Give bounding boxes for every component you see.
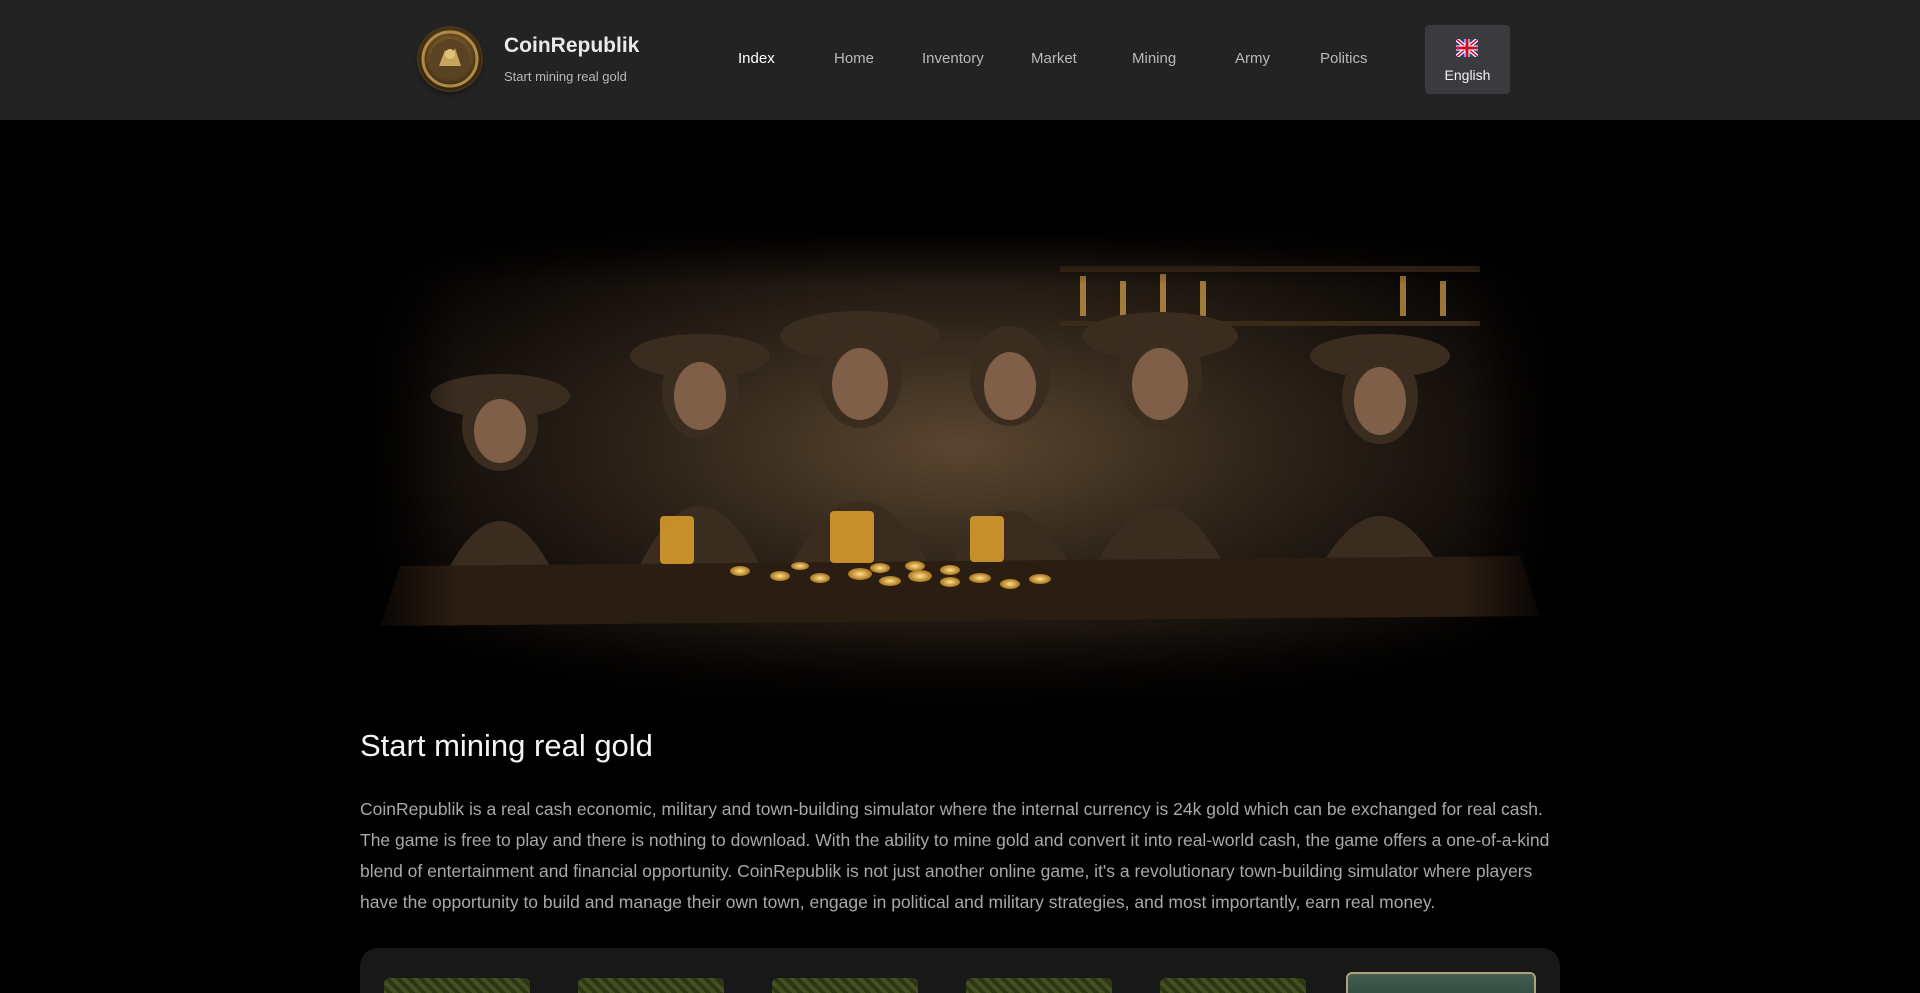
brand-subtitle: Start mining real gold — [504, 69, 627, 84]
nav-market[interactable]: Market — [1031, 50, 1077, 67]
feature-card[interactable] — [1160, 978, 1306, 993]
nav-army[interactable]: Army — [1235, 50, 1270, 67]
top-header: CoinRepublik Start mining real gold Inde… — [0, 0, 1920, 120]
feature-card[interactable] — [772, 978, 918, 993]
nav-politics[interactable]: Politics — [1320, 50, 1368, 67]
feature-card[interactable] — [966, 978, 1112, 993]
uk-flag-icon — [1456, 39, 1478, 57]
language-label: English — [1444, 67, 1491, 83]
nav-mining[interactable]: Mining — [1132, 50, 1176, 67]
feature-cards-strip — [360, 948, 1560, 993]
intro-paragraph: CoinRepublik is a real cash economic, mi… — [360, 799, 1550, 912]
nav-index[interactable]: Index — [738, 50, 775, 67]
feature-card[interactable] — [384, 978, 530, 993]
language-selector-button[interactable]: English — [1425, 25, 1510, 94]
feature-card[interactable] — [1346, 972, 1536, 993]
brand-title[interactable]: CoinRepublik — [504, 34, 639, 58]
nav-home[interactable]: Home — [834, 50, 874, 67]
coinrepublik-logo[interactable] — [419, 28, 481, 90]
hero-image — [360, 226, 1560, 716]
feature-card[interactable] — [578, 978, 724, 993]
nav-inventory[interactable]: Inventory — [922, 50, 984, 67]
page-headline: Start mining real gold — [360, 728, 653, 763]
